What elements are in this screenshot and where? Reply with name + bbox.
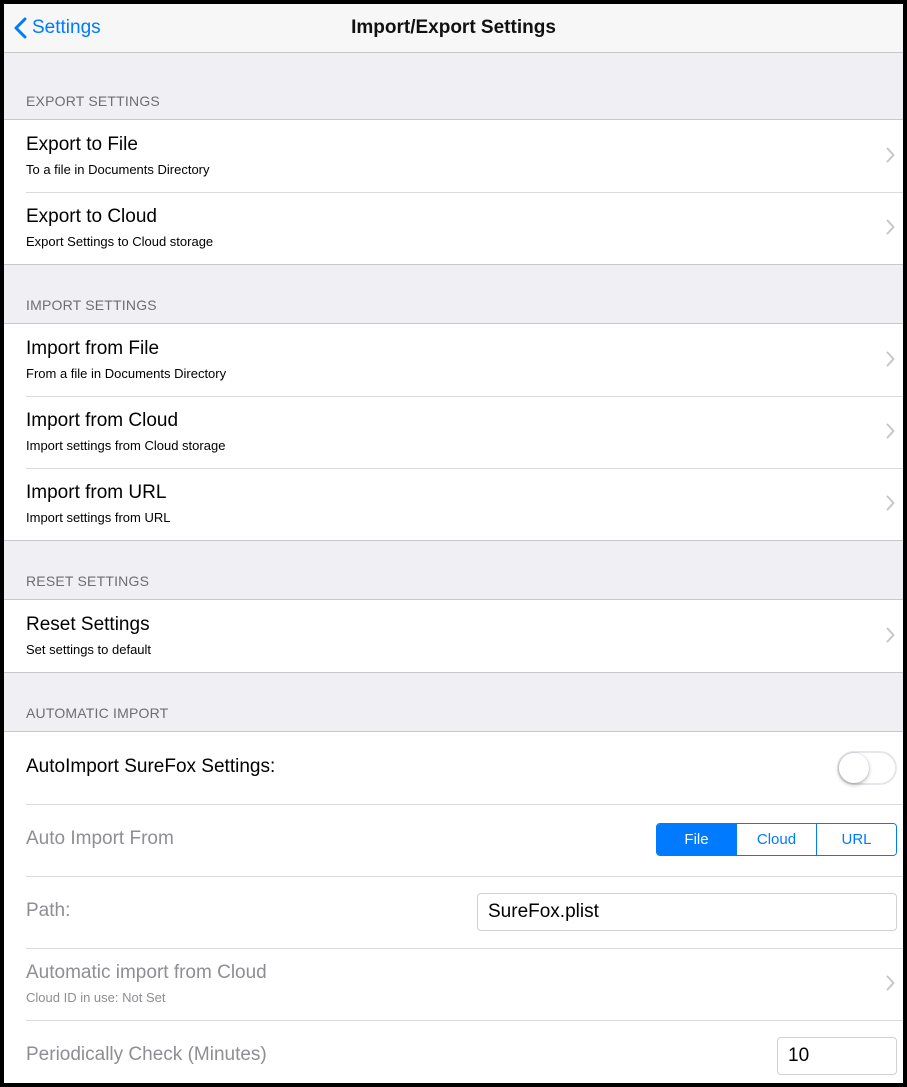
chevron-right-icon: [886, 147, 895, 163]
autoimport-label: AutoImport SureFox Settings:: [26, 756, 276, 777]
chevron-right-icon: [886, 975, 895, 991]
chevron-right-icon: [886, 495, 895, 511]
autoimport-toggle[interactable]: [837, 751, 897, 785]
settings-list: EXPORT SETTINGS Export to File To a file…: [4, 53, 903, 1083]
chevron-right-icon: [886, 351, 895, 367]
chevron-right-icon: [886, 219, 895, 235]
chevron-right-icon: [886, 627, 895, 643]
path-field[interactable]: [477, 893, 897, 931]
auto-import-from-label: Auto Import From: [26, 828, 174, 849]
row-title: Export to Cloud: [26, 206, 157, 227]
row-subtitle: Set settings to default: [26, 642, 152, 657]
section-header-import: IMPORT SETTINGS: [26, 297, 157, 313]
row-title: Import from Cloud: [26, 410, 179, 431]
export-to-cloud-row[interactable]: Export to Cloud Export Settings to Cloud…: [4, 192, 903, 264]
automatic-import-group: AutoImport SureFox Settings: Auto Import…: [4, 731, 903, 1083]
import-from-file-row[interactable]: Import from File From a file in Document…: [4, 324, 903, 396]
import-from-url-row[interactable]: Import from URL Import settings from URL: [4, 468, 903, 540]
import-from-cloud-row[interactable]: Import from Cloud Import settings from C…: [4, 396, 903, 468]
row-subtitle: Import settings from Cloud storage: [26, 438, 226, 453]
page-title: Import/Export Settings: [351, 17, 556, 38]
reset-group: Reset Settings Set settings to default: [4, 599, 903, 673]
path-row: Path:: [4, 876, 903, 948]
row-subtitle: To a file in Documents Directory: [26, 162, 210, 177]
row-title: Import from File: [26, 338, 160, 359]
reset-settings-row[interactable]: Reset Settings Set settings to default: [4, 600, 903, 672]
row-title: Automatic import from Cloud: [26, 962, 267, 983]
segment-cloud[interactable]: Cloud: [736, 824, 816, 855]
section-header-export: EXPORT SETTINGS: [26, 93, 160, 109]
import-group: Import from File From a file in Document…: [4, 323, 903, 541]
import-source-segmented-control: File Cloud URL: [656, 823, 897, 856]
autoimport-row: AutoImport SureFox Settings:: [4, 732, 903, 804]
segment-file[interactable]: File: [657, 824, 736, 855]
toggle-knob: [839, 753, 869, 783]
segment-url[interactable]: URL: [816, 824, 896, 855]
automatic-import-cloud-row[interactable]: Automatic import from Cloud Cloud ID in …: [4, 948, 903, 1020]
auto-import-from-row: Auto Import From File Cloud URL: [4, 804, 903, 876]
section-header-automatic-import: AUTOMATIC IMPORT: [26, 705, 169, 721]
row-title: Reset Settings: [26, 614, 150, 635]
periodic-check-field[interactable]: [777, 1037, 897, 1075]
row-subtitle: From a file in Documents Directory: [26, 366, 227, 381]
row-title: Import from URL: [26, 482, 167, 503]
export-group: Export to File To a file in Documents Di…: [4, 119, 903, 265]
chevron-right-icon: [886, 423, 895, 439]
row-subtitle: Import settings from URL: [26, 510, 171, 525]
section-header-reset: RESET SETTINGS: [26, 573, 150, 589]
app-window: Settings Import/Export Settings EXPORT S…: [4, 4, 903, 1083]
path-label: Path:: [26, 900, 71, 921]
periodic-check-label: Periodically Check (Minutes): [26, 1044, 267, 1065]
row-subtitle: Export Settings to Cloud storage: [26, 234, 214, 249]
export-to-file-row[interactable]: Export to File To a file in Documents Di…: [4, 120, 903, 192]
row-subtitle: Cloud ID in use: Not Set: [26, 990, 166, 1005]
row-title: Export to File: [26, 134, 138, 155]
navigation-bar: Settings Import/Export Settings: [4, 4, 903, 53]
periodic-check-row: Periodically Check (Minutes): [4, 1020, 903, 1083]
